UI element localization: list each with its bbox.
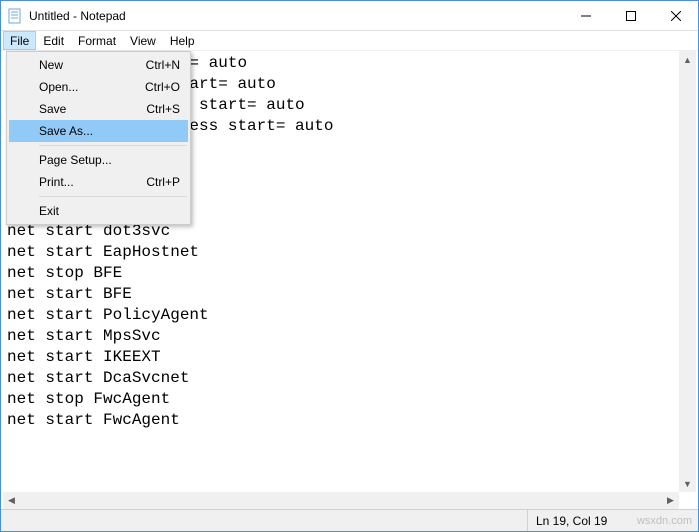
menu-item-save[interactable]: SaveCtrl+S xyxy=(9,98,188,120)
file-menu-dropdown: NewCtrl+NOpen...Ctrl+OSaveCtrl+SSave As.… xyxy=(6,51,191,225)
menu-format[interactable]: Format xyxy=(71,31,123,50)
menu-item-new[interactable]: NewCtrl+N xyxy=(9,54,188,76)
titlebar: Untitled - Notepad xyxy=(1,1,698,31)
notepad-icon xyxy=(7,8,23,24)
horizontal-scrollbar[interactable]: ◀ ▶ xyxy=(3,492,679,509)
menu-item-label: Exit xyxy=(39,204,180,218)
menu-item-label: Print... xyxy=(39,175,146,189)
cursor-position: Ln 19, Col 19 xyxy=(527,510,637,531)
menu-item-exit[interactable]: Exit xyxy=(9,200,188,222)
scroll-left-icon[interactable]: ◀ xyxy=(3,492,20,509)
menu-item-page-setup[interactable]: Page Setup... xyxy=(9,149,188,171)
editor-line: net start IKEEXT xyxy=(7,347,692,368)
editor-line: net stop BFE xyxy=(7,263,692,284)
scroll-down-icon[interactable]: ▼ xyxy=(679,475,696,492)
menu-file[interactable]: File xyxy=(3,31,36,50)
editor-line: net start FwcAgent xyxy=(7,410,692,431)
scroll-right-icon[interactable]: ▶ xyxy=(662,492,679,509)
menu-item-label: Page Setup... xyxy=(39,153,180,167)
menu-item-shortcut: Ctrl+N xyxy=(146,58,180,72)
editor-line: net start EapHostnet xyxy=(7,242,692,263)
window-controls xyxy=(563,1,698,30)
editor-line: net start PolicyAgent xyxy=(7,305,692,326)
menu-separator xyxy=(39,145,187,146)
window-title: Untitled - Notepad xyxy=(29,9,563,23)
menu-help[interactable]: Help xyxy=(163,31,202,50)
menu-view[interactable]: View xyxy=(123,31,163,50)
vertical-scrollbar[interactable]: ▲ ▼ xyxy=(679,51,696,492)
close-button[interactable] xyxy=(653,1,698,30)
menu-separator xyxy=(39,196,187,197)
scroll-up-icon[interactable]: ▲ xyxy=(679,51,696,68)
editor-line: net start DcaSvcnet xyxy=(7,368,692,389)
editor-line: net stop FwcAgent xyxy=(7,389,692,410)
menu-item-shortcut: Ctrl+O xyxy=(145,80,180,94)
menu-edit[interactable]: Edit xyxy=(36,31,71,50)
maximize-button[interactable] xyxy=(608,1,653,30)
menubar: FileEditFormatViewHelp xyxy=(1,31,698,51)
menu-item-open[interactable]: Open...Ctrl+O xyxy=(9,76,188,98)
editor-line: net start BFE xyxy=(7,284,692,305)
menu-item-save-as[interactable]: Save As... xyxy=(9,120,188,142)
menu-item-label: New xyxy=(39,58,146,72)
menu-item-shortcut: Ctrl+P xyxy=(146,175,180,189)
menu-item-label: Save xyxy=(39,102,146,116)
minimize-button[interactable] xyxy=(563,1,608,30)
statusbar: Ln 19, Col 19 wsxdn.com xyxy=(1,509,698,531)
menu-item-shortcut: Ctrl+S xyxy=(146,102,180,116)
editor-line: net start MpsSvc xyxy=(7,326,692,347)
watermark: wsxdn.com xyxy=(637,515,698,527)
menu-item-print[interactable]: Print...Ctrl+P xyxy=(9,171,188,193)
menu-item-label: Save As... xyxy=(39,124,180,138)
menu-item-label: Open... xyxy=(39,80,145,94)
